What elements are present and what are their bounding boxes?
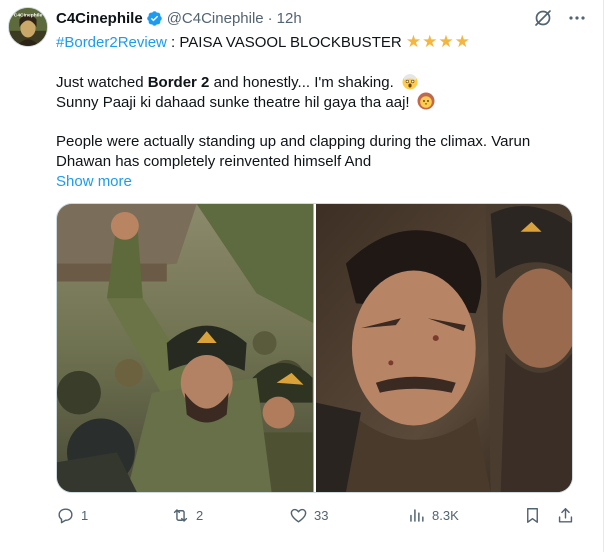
- media-gallery: [56, 203, 573, 493]
- avatar[interactable]: C4Cinephile: [8, 7, 48, 47]
- more-icon[interactable]: [567, 8, 587, 28]
- body-line-5: Dhawan has completely reinvented himself…: [56, 153, 372, 170]
- headline-text: : PAISA VASOOL BLOCKBUSTER: [166, 34, 402, 51]
- timestamp[interactable]: 12h: [277, 10, 302, 27]
- avatar-image: C4Cinephile: [9, 8, 47, 46]
- bookmark-icon: [527, 508, 538, 523]
- retweet-count: 2: [196, 508, 204, 523]
- like-button[interactable]: 33: [289, 506, 328, 525]
- retweet-icon: [173, 509, 188, 522]
- verified-badge-icon: [146, 10, 163, 27]
- like-count: 33: [314, 508, 329, 523]
- star-rating: ★★★★: [405, 32, 471, 51]
- share-button[interactable]: [556, 506, 575, 525]
- reply-count: 1: [81, 508, 89, 523]
- handle[interactable]: @C4Cinephile: [167, 10, 264, 27]
- reply-icon: [58, 508, 73, 524]
- avatar-label: C4Cinephile: [14, 13, 43, 19]
- show-more-link[interactable]: Show more: [56, 172, 132, 192]
- movie-title: Border 2: [147, 74, 210, 91]
- body-text-pre: Just watched: [56, 74, 148, 91]
- media-image-left[interactable]: [57, 204, 314, 492]
- tweet-top-actions: [533, 8, 587, 28]
- reply-button[interactable]: 1: [56, 506, 88, 525]
- like-icon: [290, 508, 307, 523]
- body-line-4: People were actually standing up and cla…: [56, 133, 531, 150]
- hashtag-link[interactable]: #Border2Review: [56, 34, 167, 51]
- views-button[interactable]: 8.3K: [407, 506, 459, 525]
- headline-line: #Border2Review : PAISA VASOOL BLOCKBUSTE…: [56, 32, 471, 53]
- display-name[interactable]: C4Cinephile: [56, 10, 143, 27]
- share-icon: [558, 508, 573, 523]
- retweet-button[interactable]: 2: [171, 506, 203, 525]
- lion-emoji-icon: [417, 92, 435, 110]
- media-image-right[interactable]: [315, 204, 572, 492]
- tweet-card[interactable]: C4Cinephile C4Cinephile @C4Cinephile · 1…: [0, 0, 604, 552]
- separator-dot: ·: [267, 9, 273, 27]
- body-line-2: Just watched Border 2 and honestly... I'…: [56, 72, 419, 93]
- views-icon: [410, 509, 424, 522]
- body-line-3: Sunny Paaji ki dahaad sunke theatre hil …: [56, 92, 435, 113]
- bookmark-button[interactable]: [523, 506, 542, 525]
- body-text-post: and honestly... I'm shaking.: [209, 74, 394, 91]
- body-text: Sunny Paaji ki dahaad sunke theatre hil …: [56, 94, 410, 111]
- views-count: 8.3K: [432, 508, 459, 523]
- grok-icon[interactable]: [533, 8, 553, 28]
- shocked-emoji-icon: [401, 72, 419, 90]
- action-bar: 1 2 33 8.3K: [56, 506, 576, 526]
- tweet-header: C4Cinephile @C4Cinephile · 12h: [56, 8, 302, 28]
